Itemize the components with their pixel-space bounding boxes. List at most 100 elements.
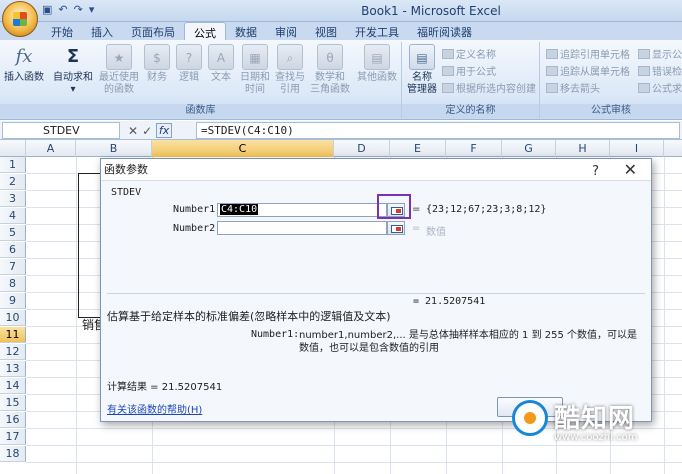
- function-help-link[interactable]: 有关该函数的帮助(H): [107, 401, 202, 416]
- autosum-button[interactable]: Σ 自动求和 ▾: [50, 44, 96, 96]
- logical-button[interactable]: ? 逻辑: [174, 44, 204, 84]
- lookup-icon: ⌕: [277, 44, 303, 70]
- defined-names-group: ▤ 名称 管理器 定义名称 用于公式 根据所选内容创建 定义的名称: [402, 42, 540, 118]
- row-header-1[interactable]: 1: [0, 157, 26, 173]
- column-header-i[interactable]: I: [610, 140, 664, 157]
- column-header-h[interactable]: H: [556, 140, 610, 157]
- number1-label: Number1: [173, 204, 216, 215]
- row-header-3[interactable]: 3: [0, 191, 26, 207]
- row-header-5[interactable]: 5: [0, 225, 26, 241]
- formula-bar: STDEV ✕ ✓ fx =STDEV(C4:C10): [0, 121, 682, 140]
- row-header-7[interactable]: 7: [0, 259, 26, 275]
- row-header-4[interactable]: 4: [0, 208, 26, 224]
- row-header-2[interactable]: 2: [0, 174, 26, 190]
- formula-auditing-group: 追踪引用单元格 追踪从属单元格 移去箭头 显示公 错误检 公式求 公式审核: [540, 42, 682, 118]
- watermark-name: 酷知网: [554, 404, 636, 434]
- financial-icon: $: [144, 44, 170, 70]
- number2-result: 数值: [426, 227, 446, 238]
- tab-view[interactable]: 视图: [306, 22, 346, 40]
- window-title: Book1 - Microsoft Excel: [361, 4, 501, 18]
- number1-result: {23;12;67;23;3;8;12}: [426, 204, 547, 215]
- date-time-button[interactable]: ▦ 日期和 时间: [238, 44, 272, 96]
- defined-names-label: 定义的名称: [402, 104, 539, 118]
- number2-collapse-button[interactable]: [387, 221, 405, 235]
- more-functions-button[interactable]: ▤ 其他函数: [354, 44, 400, 84]
- define-name-button[interactable]: 定义名称: [442, 46, 496, 61]
- ribbon-tabs: 开始 插入 页面布局 公式 数据 审阅 视图 开发工具 福昕阅读器: [0, 22, 682, 40]
- watermark: 酷知网 www.coozhi.com: [512, 392, 682, 474]
- use-in-formula-button[interactable]: 用于公式: [442, 63, 496, 78]
- tab-page-layout[interactable]: 页面布局: [122, 22, 184, 40]
- number2-equals: =: [412, 223, 421, 234]
- lookup-reference-button[interactable]: ⌕ 查找与 引用: [272, 44, 308, 96]
- cancel-icon[interactable]: ✕: [128, 124, 138, 138]
- title-bar: ▣ ↶ ↷ ▾ Book1 - Microsoft Excel: [0, 0, 682, 37]
- column-header-g[interactable]: G: [502, 140, 556, 157]
- tab-insert[interactable]: 插入: [82, 22, 122, 40]
- financial-button[interactable]: $ 财务: [142, 44, 172, 84]
- column-header-c[interactable]: C: [152, 140, 334, 157]
- text-button[interactable]: A 文本: [206, 44, 236, 84]
- number1-input[interactable]: C4:C10: [217, 203, 387, 217]
- row-header-6[interactable]: 6: [0, 242, 26, 258]
- math-trig-button[interactable]: θ 数学和 三角函数: [308, 44, 352, 96]
- row-header-9[interactable]: 9: [0, 293, 26, 309]
- tab-formulas[interactable]: 公式: [184, 22, 226, 40]
- row-header-15[interactable]: 15: [0, 395, 26, 411]
- insert-function-fx-icon[interactable]: fx: [156, 123, 173, 138]
- argument-description: number1,number2,... 是与总体抽样样本相应的 1 到 255 …: [299, 330, 638, 354]
- row-header-10[interactable]: 10: [0, 310, 26, 326]
- remove-arrows-button[interactable]: 移去箭头: [546, 80, 600, 95]
- define-name-icon: [442, 49, 454, 59]
- row-header-18[interactable]: 18: [0, 446, 26, 462]
- formula-auditing-label: 公式审核: [540, 104, 682, 118]
- column-header-b[interactable]: B: [76, 140, 152, 157]
- tab-data[interactable]: 数据: [226, 22, 266, 40]
- row-header-17[interactable]: 17: [0, 429, 26, 445]
- close-icon[interactable]: ✕: [624, 159, 637, 181]
- number2-label: Number2: [173, 223, 216, 234]
- name-manager-button[interactable]: ▤ 名称 管理器: [404, 44, 440, 96]
- create-from-selection-icon: [442, 83, 454, 93]
- formula-bar-buttons: ✕ ✓ fx: [128, 123, 173, 138]
- column-header-e[interactable]: E: [390, 140, 446, 157]
- evaluate-formula-icon: [638, 83, 650, 93]
- column-headers: A B C D E F G H I: [0, 140, 682, 157]
- sigma-icon: Σ: [66, 46, 80, 67]
- dialog-title: 函数参数: [104, 163, 148, 176]
- row-header-16[interactable]: 16: [0, 412, 26, 428]
- formula-input[interactable]: =STDEV(C4:C10): [196, 122, 680, 139]
- show-formulas-icon: [638, 49, 650, 59]
- recently-used-button[interactable]: ★ 最近使用 的函数: [96, 44, 142, 96]
- show-formulas-button[interactable]: 显示公: [638, 46, 682, 61]
- evaluate-formula-button[interactable]: 公式求: [638, 80, 682, 95]
- help-icon[interactable]: ?: [592, 161, 599, 183]
- error-checking-button[interactable]: 错误检: [638, 63, 682, 78]
- row-header-14[interactable]: 14: [0, 378, 26, 394]
- text-icon: A: [208, 44, 234, 70]
- remove-arrows-icon: [546, 83, 558, 93]
- more-functions-icon: ▤: [364, 44, 390, 70]
- function-library-group: fx 插入函数 Σ 自动求和 ▾ ★ 最近使用 的函数 $ 财务 ? 逻辑 A 文本…: [0, 42, 402, 118]
- select-all-corner[interactable]: [0, 140, 26, 157]
- office-button[interactable]: [2, 1, 38, 37]
- row-header-13[interactable]: 13: [0, 361, 26, 377]
- column-header-d[interactable]: D: [334, 140, 390, 157]
- number2-input[interactable]: [217, 221, 387, 235]
- tab-home[interactable]: 开始: [42, 22, 82, 40]
- column-header-f[interactable]: F: [446, 140, 502, 157]
- row-header-8[interactable]: 8: [0, 276, 26, 292]
- enter-icon[interactable]: ✓: [142, 124, 152, 138]
- trace-dependents-button[interactable]: 追踪从属单元格: [546, 63, 630, 78]
- trace-precedents-button[interactable]: 追踪引用单元格: [546, 46, 630, 61]
- tab-review[interactable]: 审阅: [266, 22, 306, 40]
- insert-function-button[interactable]: fx 插入函数: [2, 44, 46, 84]
- argument-description-name: Number1:: [251, 329, 300, 340]
- create-from-selection-button[interactable]: 根据所选内容创建: [442, 80, 536, 95]
- name-box[interactable]: STDEV: [2, 122, 120, 139]
- tab-foxit-reader[interactable]: 福昕阅读器: [408, 22, 481, 40]
- tab-developer[interactable]: 开发工具: [346, 22, 408, 40]
- column-header-a[interactable]: A: [26, 140, 76, 157]
- row-header-11[interactable]: 11: [0, 327, 26, 343]
- row-header-12[interactable]: 12: [0, 344, 26, 360]
